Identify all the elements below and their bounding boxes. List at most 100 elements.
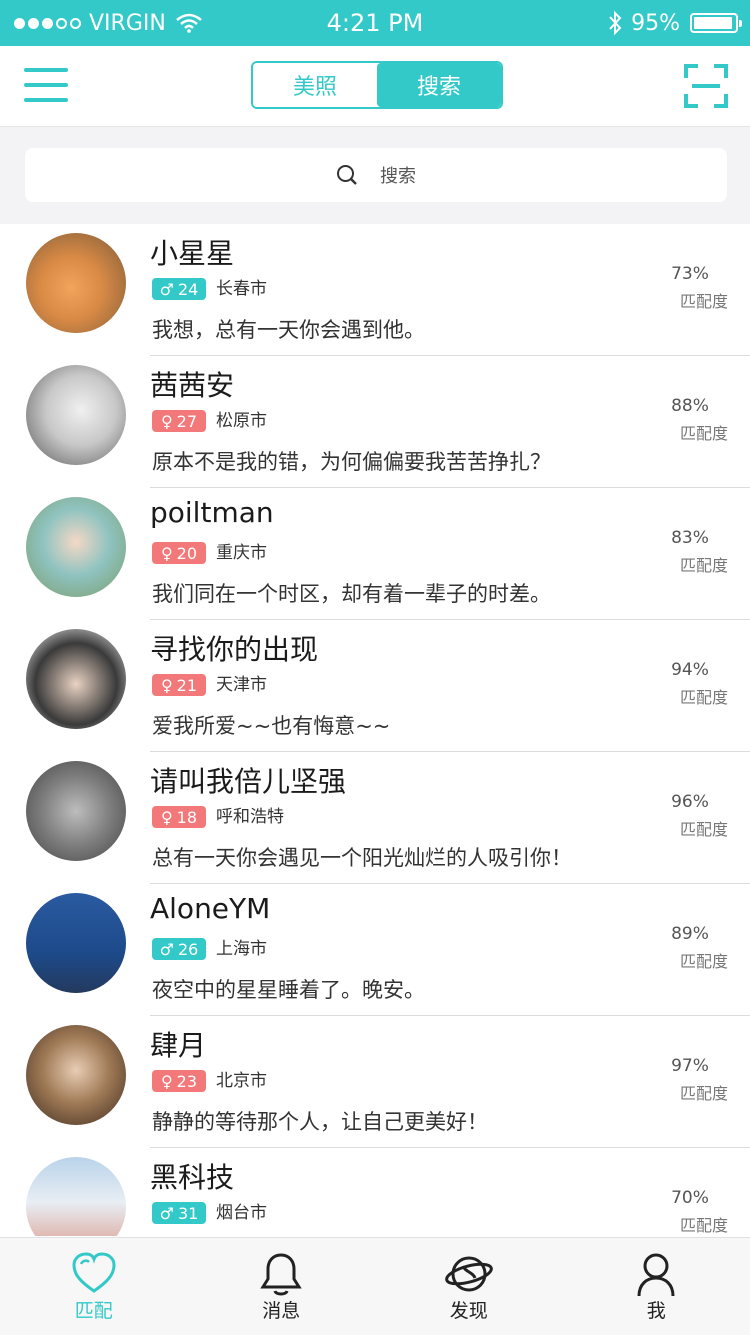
user-icon (636, 1252, 676, 1298)
bluetooth-icon (607, 10, 623, 36)
contact-row[interactable]: 茜茜安 ♀ 27 松原市 原本不是我的错，为何偏偏要我苦苦挣扎？ 88% 匹配度 (0, 356, 750, 488)
contact-row[interactable]: 肆月 ♀ 23 北京市 静静的等待那个人，让自己更美好！ 97% 匹配度 (0, 1016, 750, 1148)
menu-icon[interactable] (24, 68, 68, 104)
status-message: 夜空中的星星睡着了。晚安。 (152, 974, 425, 1004)
avatar[interactable] (26, 1157, 126, 1236)
tab-label: 消息 (188, 1296, 376, 1323)
segmented-control: 美照 搜索 (251, 61, 503, 109)
contact-row[interactable]: poiltman ♀ 20 重庆市 我们同在一个时区，却有着一辈子的时差。 83… (0, 488, 750, 620)
tab-match[interactable]: 匹配 (0, 1238, 188, 1335)
contact-name: 寻找你的出现 (150, 628, 318, 668)
gender-age-badge: ♀ 20 (152, 542, 206, 564)
gender-age-badge: ♀ 27 (152, 410, 206, 432)
avatar[interactable] (26, 233, 126, 333)
city: 重庆市 (216, 542, 267, 564)
status-right: 95% (607, 8, 738, 38)
planet-icon (444, 1252, 494, 1296)
match-label: 匹配度 (680, 1080, 728, 1104)
contact-name: 黑科技 (150, 1156, 234, 1196)
match-label: 匹配度 (680, 816, 728, 840)
heart-icon (71, 1252, 117, 1294)
male-icon: ♂ (160, 280, 174, 299)
match-label: 匹配度 (680, 684, 728, 708)
segment-photos[interactable]: 美照 (253, 63, 377, 107)
status-message: 爱我所爱~~也有悔意~~ (152, 710, 390, 740)
avatar[interactable] (26, 761, 126, 861)
female-icon: ♀ (161, 412, 173, 431)
avatar[interactable] (26, 1025, 126, 1125)
gender-age-badge: ♂ 31 (152, 1202, 206, 1224)
contact-name: 小星星 (150, 232, 234, 272)
avatar[interactable] (26, 497, 126, 597)
match-percent: 73% (660, 264, 720, 284)
status-message: 我们同在一个时区，却有着一辈子的时差。 (152, 578, 551, 608)
contact-name: poiltman (150, 496, 274, 529)
gender-age-badge: ♀ 18 (152, 806, 206, 828)
contact-row[interactable]: 小星星 ♂ 24 长春市 我想，总有一天你会遇到他。 73% 匹配度 (0, 224, 750, 356)
match-label: 匹配度 (680, 948, 728, 972)
contact-name: 请叫我倍儿坚强 (150, 760, 346, 800)
age: 21 (177, 676, 197, 695)
tab-label: 我 (563, 1296, 750, 1323)
search-placeholder: 搜索 (380, 162, 416, 188)
search-input[interactable]: 搜索 (25, 148, 727, 202)
age: 23 (177, 1072, 197, 1091)
female-icon: ♀ (161, 808, 173, 827)
contact-list: 小星星 ♂ 24 长春市 我想，总有一天你会遇到他。 73% 匹配度 茜茜安 ♀… (0, 224, 750, 1236)
avatar[interactable] (26, 629, 126, 729)
city: 天津市 (216, 674, 267, 696)
tab-me[interactable]: 我 (563, 1238, 750, 1335)
battery-percent: 95% (631, 11, 680, 36)
match-percent: 96% (660, 792, 720, 812)
city: 呼和浩特 (216, 806, 284, 828)
contact-name: 茜茜安 (150, 364, 234, 404)
female-icon: ♀ (161, 544, 173, 563)
city: 松原市 (216, 410, 267, 432)
avatar[interactable] (26, 365, 126, 465)
male-icon: ♂ (160, 940, 174, 959)
tab-label: 匹配 (0, 1296, 188, 1323)
contact-row[interactable]: 黑科技 ♂ 31 烟台市 70% 匹配度 (0, 1148, 750, 1236)
age: 18 (177, 808, 197, 827)
contact-name: 肆月 (150, 1024, 206, 1064)
age: 20 (177, 544, 197, 563)
status-bar: VIRGIN 4:21 PM 95% (0, 0, 750, 46)
match-percent: 83% (660, 528, 720, 548)
match-percent: 94% (660, 660, 720, 680)
contact-row[interactable]: AloneYM ♂ 26 上海市 夜空中的星星睡着了。晚安。 89% 匹配度 (0, 884, 750, 1016)
search-area: 搜索 (0, 127, 750, 224)
match-label: 匹配度 (680, 288, 728, 312)
avatar[interactable] (26, 893, 126, 993)
tab-discover[interactable]: 发现 (375, 1238, 563, 1335)
match-label: 匹配度 (680, 1212, 728, 1236)
match-percent: 89% (660, 924, 720, 944)
bell-icon (259, 1252, 303, 1298)
age: 27 (177, 412, 197, 431)
contact-name: AloneYM (150, 892, 270, 925)
status-message: 静静的等待那个人，让自己更美好！ (152, 1106, 488, 1136)
contact-row[interactable]: 寻找你的出现 ♀ 21 天津市 爱我所爱~~也有悔意~~ 94% 匹配度 (0, 620, 750, 752)
male-icon: ♂ (160, 1204, 174, 1223)
age: 26 (178, 940, 198, 959)
female-icon: ♀ (161, 1072, 173, 1091)
city: 长春市 (216, 278, 267, 300)
nav-bar: 美照 搜索 (0, 46, 750, 127)
gender-age-badge: ♂ 24 (152, 278, 206, 300)
tab-messages[interactable]: 消息 (188, 1238, 376, 1335)
gender-age-badge: ♂ 26 (152, 938, 206, 960)
city: 烟台市 (216, 1202, 267, 1224)
age: 31 (178, 1204, 198, 1223)
segment-search[interactable]: 搜索 (377, 63, 501, 107)
battery-icon (690, 13, 738, 33)
status-message: 我想，总有一天你会遇到他。 (152, 314, 425, 344)
status-message: 总有一天你会遇见一个阳光灿烂的人吸引你！ (152, 842, 572, 872)
city: 北京市 (216, 1070, 267, 1092)
status-message: 原本不是我的错，为何偏偏要我苦苦挣扎？ (152, 446, 551, 476)
city: 上海市 (216, 938, 267, 960)
contact-row[interactable]: 请叫我倍儿坚强 ♀ 18 呼和浩特 总有一天你会遇见一个阳光灿烂的人吸引你！ 9… (0, 752, 750, 884)
match-percent: 70% (660, 1188, 720, 1208)
age: 24 (178, 280, 198, 299)
search-icon (336, 164, 358, 186)
gender-age-badge: ♀ 21 (152, 674, 206, 696)
scan-icon[interactable] (684, 64, 728, 108)
